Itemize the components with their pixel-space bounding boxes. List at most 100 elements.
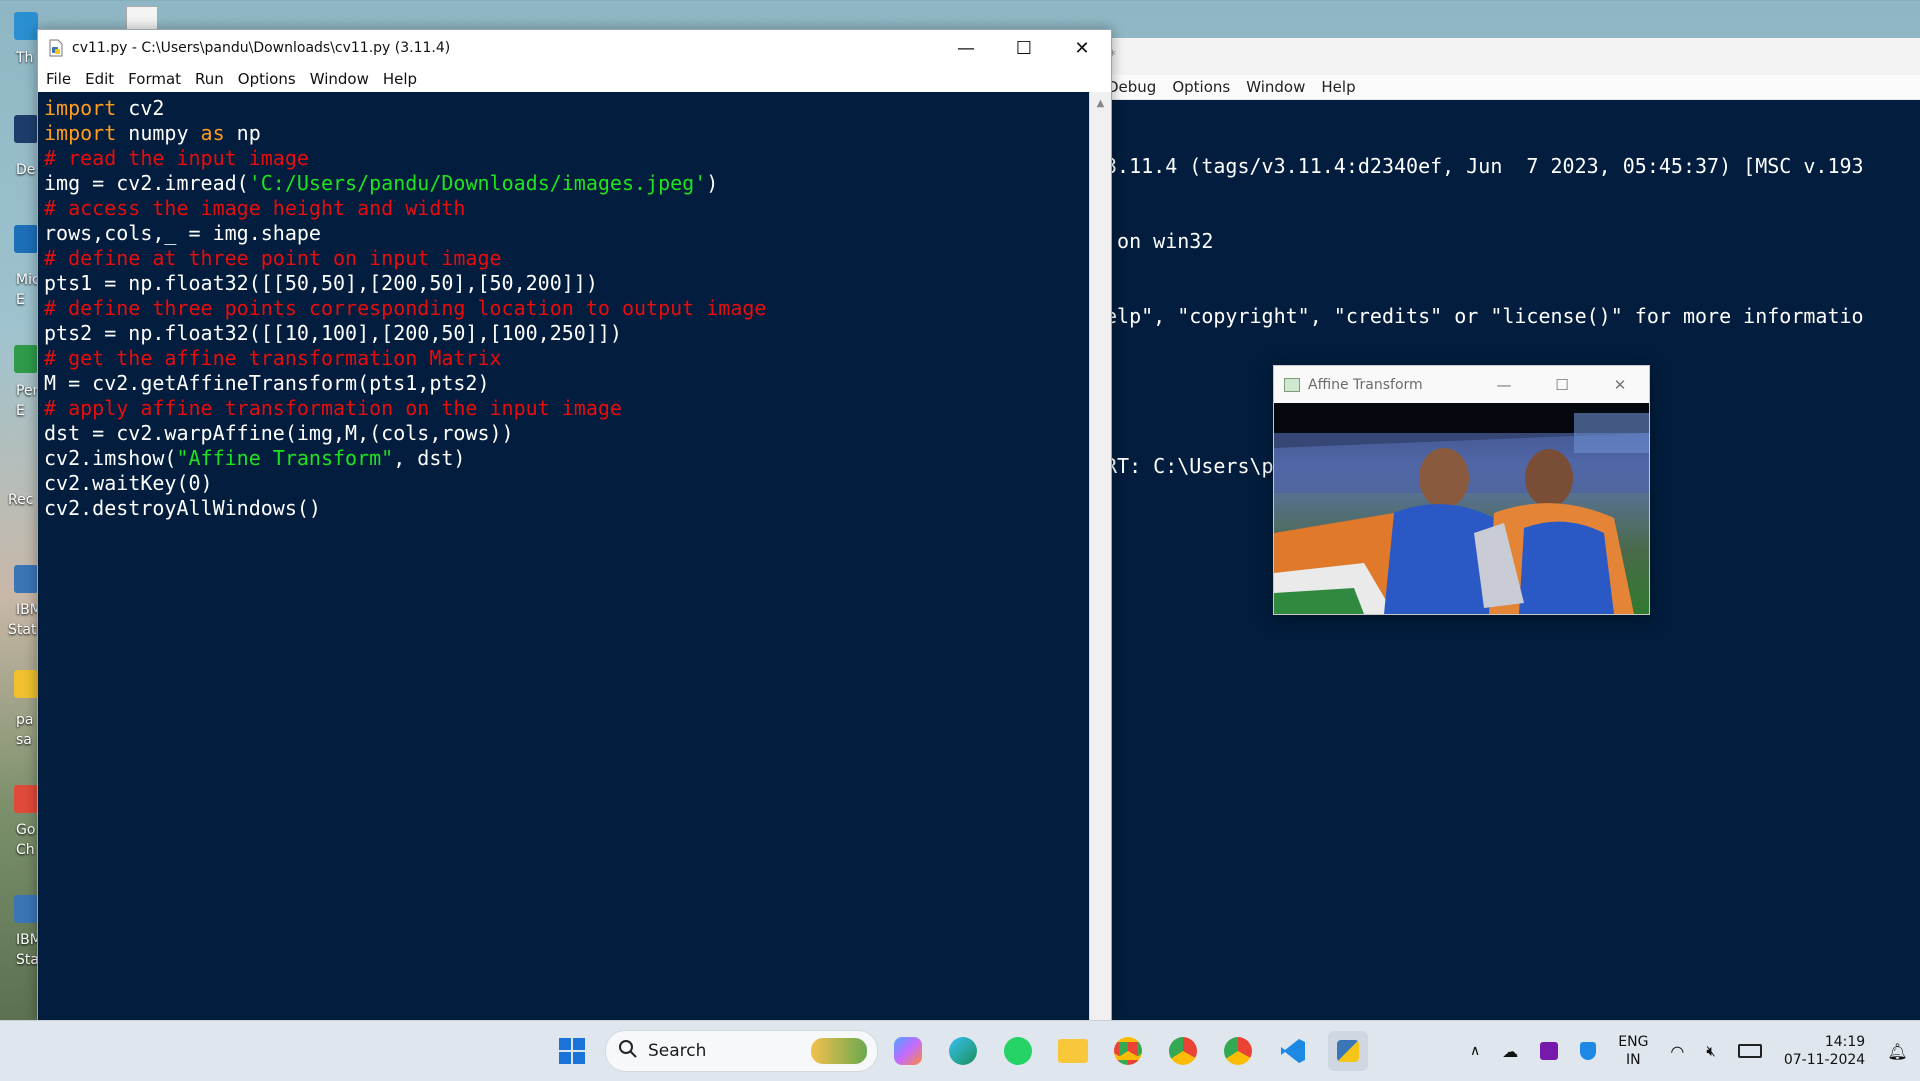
battery-icon[interactable]: [1737, 1044, 1762, 1058]
image-window-icon: [1284, 377, 1300, 392]
file-explorer-icon[interactable]: [1053, 1031, 1093, 1071]
code-token: pts1 = np.float32([[50,50],[200,50],[50,…: [44, 271, 598, 295]
desktop-icon-3[interactable]: [14, 225, 38, 253]
taskbar: Search ∧ ☁ ENG IN ◠ 🔇︎ 14:19 07-11-2024 …: [0, 1020, 1920, 1081]
code-line: M = cv2.getAffineTransform(pts1,pts2): [44, 371, 1089, 396]
code-line: # access the image height and width: [44, 196, 1089, 221]
code-token: ): [706, 171, 719, 195]
code-token: # apply affine transformation on the inp…: [44, 396, 622, 420]
system-tray: ∧ ☁ ENG IN ◠ 🔇︎ 14:19 07-11-2024 🔔︎: [1470, 1021, 1908, 1081]
desktop-label: E: [16, 292, 25, 308]
menu-edit[interactable]: Edit: [85, 70, 114, 88]
code-editor[interactable]: import cv2 import numpy as np # read the i…: [38, 92, 1089, 1021]
code-line: pts1 = np.float32([[50,50],[200,50],[50,…: [44, 271, 1089, 296]
desktop-label: Rec: [8, 492, 34, 508]
menu-format[interactable]: Format: [128, 70, 181, 88]
shell-menu-window[interactable]: Window: [1246, 78, 1305, 96]
menu-help[interactable]: Help: [383, 70, 417, 88]
chrome-icon-2[interactable]: [1218, 1031, 1258, 1071]
code-token: rows,cols,_ = img.shape: [44, 221, 321, 245]
editor-titlebar[interactable]: cv11.py - C:\Users\pandu\Downloads\cv11.…: [38, 30, 1111, 66]
desktop-label: pa: [16, 712, 34, 728]
maximize-icon[interactable]: ☐: [1533, 366, 1591, 403]
code-token: # define at three point on input image: [44, 246, 502, 270]
affine-title: Affine Transform: [1308, 376, 1423, 393]
code-token: # define three points corresponding loca…: [44, 296, 767, 320]
taskbar-search[interactable]: Search: [605, 1030, 878, 1072]
desktop-icon-8[interactable]: [14, 895, 38, 923]
desktop-icon-4[interactable]: [14, 345, 38, 373]
shell-titlebar[interactable]: *: [1105, 38, 1920, 75]
code-line: # define at three point on input image: [44, 246, 1089, 271]
desktop-label: Ch: [16, 842, 35, 858]
code-line: cv2.waitKey(0): [44, 471, 1089, 496]
code-token: as: [200, 121, 225, 145]
code-token: # read the input image: [44, 146, 309, 170]
transformed-image: [1274, 403, 1649, 614]
desktop-icon-1[interactable]: [14, 12, 38, 40]
search-icon: [618, 1039, 638, 1063]
shell-menu-options[interactable]: Options: [1172, 78, 1230, 96]
edge-icon[interactable]: [943, 1031, 983, 1071]
code-token: # get the affine transformation Matrix: [44, 346, 502, 370]
shell-line: on win32: [1105, 229, 1214, 253]
maximize-icon[interactable]: ☐: [995, 30, 1053, 66]
desktop-label: Sta: [16, 952, 39, 968]
language-bottom: IN: [1626, 1052, 1641, 1068]
shell-menu-help[interactable]: Help: [1321, 78, 1355, 96]
python-idle-icon[interactable]: [1328, 1031, 1368, 1071]
code-line: cv2.imshow("Affine Transform", dst): [44, 446, 1089, 471]
minimize-icon[interactable]: —: [937, 30, 995, 66]
whatsapp-icon[interactable]: [998, 1031, 1038, 1071]
notification-bell-icon[interactable]: 🔔︎: [1887, 1042, 1907, 1061]
close-icon[interactable]: ✕: [1053, 30, 1111, 66]
vertical-scrollbar[interactable]: ▲: [1089, 92, 1111, 1021]
desktop-icon-5[interactable]: [14, 565, 38, 593]
shell-line: elp", "copyright", "credits" or "license…: [1105, 304, 1864, 328]
shell-menubar: Debug Options Window Help: [1105, 75, 1920, 100]
desktop-icon-6[interactable]: [14, 670, 38, 698]
menu-file[interactable]: File: [46, 70, 71, 88]
menu-options[interactable]: Options: [238, 70, 296, 88]
code-line: img = cv2.imread('C:/Users/pandu/Downloa…: [44, 171, 1089, 196]
start-button[interactable]: [552, 1031, 592, 1071]
security-shield-icon[interactable]: [1580, 1042, 1597, 1060]
desktop-label: Th: [16, 50, 34, 66]
shell-menu-debug[interactable]: Debug: [1107, 78, 1156, 96]
code-line: # apply affine transformation on the inp…: [44, 396, 1089, 421]
minimize-icon[interactable]: —: [1475, 366, 1533, 403]
onedrive-icon[interactable]: ☁: [1502, 1042, 1518, 1061]
scroll-up-icon[interactable]: ▲: [1090, 98, 1111, 109]
windows-icon: [559, 1038, 585, 1064]
chrome-icon[interactable]: [1108, 1031, 1148, 1071]
menu-run[interactable]: Run: [195, 70, 224, 88]
desktop-label: sa: [16, 732, 32, 748]
desktop-label: De: [16, 162, 36, 178]
code-token: , dst): [393, 446, 466, 470]
code-token: np: [224, 121, 261, 145]
desktop-icon-7[interactable]: [14, 785, 38, 813]
menu-window[interactable]: Window: [310, 70, 369, 88]
chevron-up-icon[interactable]: ∧: [1470, 1043, 1480, 1059]
affine-titlebar[interactable]: Affine Transform — ☐ ✕: [1274, 366, 1649, 403]
volume-muted-icon[interactable]: 🔇︎: [1706, 1042, 1715, 1060]
copilot-icon[interactable]: [888, 1031, 928, 1071]
code-token: import: [44, 96, 117, 120]
desktop-label: E: [16, 403, 25, 419]
code-token: cv2.destroyAllWindows(): [44, 496, 321, 520]
shell-line: 3.11.4 (tags/v3.11.4:d2340ef, Jun 7 2023…: [1105, 154, 1864, 178]
clock[interactable]: 14:19 07-11-2024: [1784, 1033, 1865, 1069]
language-indicator[interactable]: ENG IN: [1618, 1033, 1648, 1069]
code-line: import cv2: [44, 96, 1089, 121]
close-icon[interactable]: ✕: [1591, 366, 1649, 403]
code-line: import numpy as np: [44, 121, 1089, 146]
vscode-icon[interactable]: [1273, 1031, 1313, 1071]
editor-menubar: File Edit Format Run Options Window Help: [38, 66, 1111, 92]
chrome-profile-icon[interactable]: [1163, 1031, 1203, 1071]
wifi-icon[interactable]: ◠: [1670, 1042, 1684, 1061]
code-token: numpy: [116, 121, 201, 145]
desktop-icon-2[interactable]: [14, 115, 38, 143]
code-token: 'C:/Users/pandu/Downloads/images.jpeg': [248, 171, 707, 195]
code-token: cv2.imshow(: [44, 446, 177, 470]
onenote-icon[interactable]: [1540, 1042, 1559, 1060]
